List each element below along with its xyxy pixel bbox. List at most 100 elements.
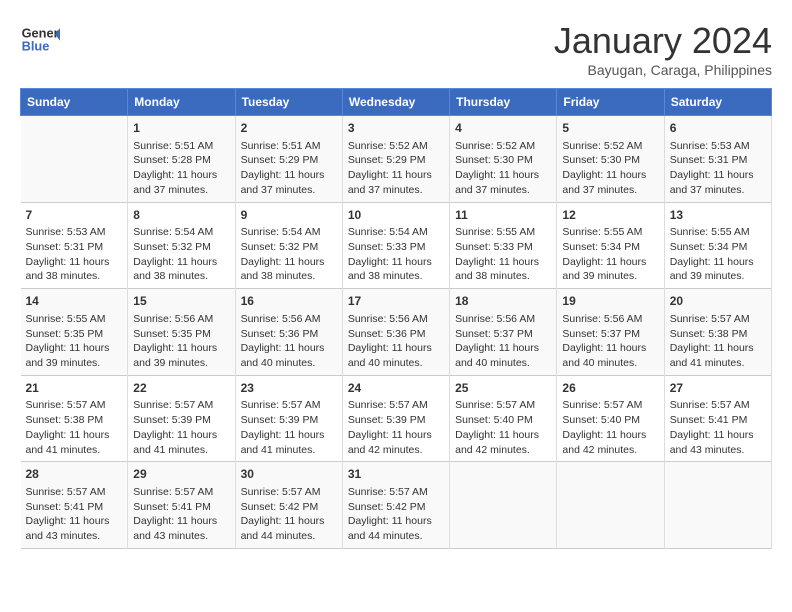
day-cell: 11Sunrise: 5:55 AMSunset: 5:33 PMDayligh… (450, 202, 557, 289)
week-row-3: 14Sunrise: 5:55 AMSunset: 5:35 PMDayligh… (21, 289, 772, 376)
day-info: Daylight: 11 hours (241, 255, 337, 270)
day-info: Sunrise: 5:57 AM (133, 398, 229, 413)
day-info: and 43 minutes. (133, 529, 229, 544)
day-info: Daylight: 11 hours (455, 255, 551, 270)
day-info: Daylight: 11 hours (562, 341, 658, 356)
day-info: Sunrise: 5:56 AM (562, 312, 658, 327)
day-info: Daylight: 11 hours (455, 168, 551, 183)
day-number: 25 (455, 380, 551, 397)
day-info: Sunrise: 5:56 AM (455, 312, 551, 327)
day-info: Sunrise: 5:51 AM (133, 139, 229, 154)
day-cell: 22Sunrise: 5:57 AMSunset: 5:39 PMDayligh… (128, 375, 235, 462)
svg-text:Blue: Blue (22, 38, 50, 53)
day-cell: 20Sunrise: 5:57 AMSunset: 5:38 PMDayligh… (664, 289, 771, 376)
day-info: Sunrise: 5:57 AM (670, 312, 766, 327)
day-number: 18 (455, 293, 551, 310)
day-info: Daylight: 11 hours (26, 255, 123, 270)
day-info: and 39 minutes. (26, 356, 123, 371)
day-info: and 37 minutes. (670, 183, 766, 198)
day-info: Daylight: 11 hours (133, 255, 229, 270)
logo-icon: General Blue (20, 20, 60, 60)
day-cell: 4Sunrise: 5:52 AMSunset: 5:30 PMDaylight… (450, 116, 557, 203)
day-info: and 44 minutes. (348, 529, 444, 544)
day-number: 30 (241, 466, 337, 483)
day-cell: 31Sunrise: 5:57 AMSunset: 5:42 PMDayligh… (342, 462, 449, 549)
day-info: Daylight: 11 hours (241, 341, 337, 356)
day-info: Sunset: 5:30 PM (562, 153, 658, 168)
day-number: 9 (241, 207, 337, 224)
day-info: Sunset: 5:41 PM (670, 413, 766, 428)
day-cell: 18Sunrise: 5:56 AMSunset: 5:37 PMDayligh… (450, 289, 557, 376)
weekday-header-sunday: Sunday (21, 89, 128, 116)
day-info: Daylight: 11 hours (562, 168, 658, 183)
day-info: Sunrise: 5:57 AM (670, 398, 766, 413)
day-info: Sunrise: 5:57 AM (133, 485, 229, 500)
day-info: Sunrise: 5:53 AM (26, 225, 123, 240)
day-info: and 37 minutes. (455, 183, 551, 198)
day-number: 19 (562, 293, 658, 310)
day-info: Sunset: 5:41 PM (133, 500, 229, 515)
day-info: Sunset: 5:39 PM (133, 413, 229, 428)
day-info: and 41 minutes. (26, 443, 123, 458)
weekday-header-thursday: Thursday (450, 89, 557, 116)
title-block: January 2024 Bayugan, Caraga, Philippine… (554, 20, 772, 78)
day-info: and 41 minutes. (670, 356, 766, 371)
day-info: and 37 minutes. (241, 183, 337, 198)
day-info: Sunrise: 5:57 AM (241, 398, 337, 413)
day-number: 6 (670, 120, 766, 137)
day-cell (21, 116, 128, 203)
day-info: Daylight: 11 hours (26, 341, 123, 356)
weekday-header-wednesday: Wednesday (342, 89, 449, 116)
day-cell: 2Sunrise: 5:51 AMSunset: 5:29 PMDaylight… (235, 116, 342, 203)
day-cell (450, 462, 557, 549)
day-number: 29 (133, 466, 229, 483)
day-info: Sunset: 5:39 PM (348, 413, 444, 428)
day-info: and 40 minutes. (241, 356, 337, 371)
day-info: Daylight: 11 hours (562, 255, 658, 270)
weekday-header-saturday: Saturday (664, 89, 771, 116)
day-info: Sunrise: 5:55 AM (26, 312, 123, 327)
day-number: 21 (26, 380, 123, 397)
day-number: 3 (348, 120, 444, 137)
day-info: Sunrise: 5:57 AM (241, 485, 337, 500)
day-info: and 39 minutes. (562, 269, 658, 284)
day-info: Sunrise: 5:56 AM (133, 312, 229, 327)
day-info: Daylight: 11 hours (26, 428, 123, 443)
day-info: and 44 minutes. (241, 529, 337, 544)
day-info: Daylight: 11 hours (241, 168, 337, 183)
day-number: 4 (455, 120, 551, 137)
day-info: Daylight: 11 hours (133, 168, 229, 183)
day-info: Daylight: 11 hours (348, 255, 444, 270)
day-info: Sunset: 5:42 PM (241, 500, 337, 515)
day-cell: 1Sunrise: 5:51 AMSunset: 5:28 PMDaylight… (128, 116, 235, 203)
day-info: Daylight: 11 hours (26, 514, 123, 529)
day-cell: 3Sunrise: 5:52 AMSunset: 5:29 PMDaylight… (342, 116, 449, 203)
day-info: and 42 minutes. (348, 443, 444, 458)
page-header: General Blue January 2024 Bayugan, Carag… (20, 20, 772, 78)
day-info: Sunset: 5:33 PM (455, 240, 551, 255)
day-number: 8 (133, 207, 229, 224)
day-cell: 6Sunrise: 5:53 AMSunset: 5:31 PMDaylight… (664, 116, 771, 203)
day-info: Sunset: 5:37 PM (455, 327, 551, 342)
day-info: Daylight: 11 hours (133, 341, 229, 356)
day-info: and 38 minutes. (26, 269, 123, 284)
day-info: and 38 minutes. (241, 269, 337, 284)
day-info: Sunrise: 5:55 AM (455, 225, 551, 240)
day-info: Sunset: 5:35 PM (133, 327, 229, 342)
day-info: Sunset: 5:36 PM (241, 327, 337, 342)
day-info: Daylight: 11 hours (348, 514, 444, 529)
day-cell: 28Sunrise: 5:57 AMSunset: 5:41 PMDayligh… (21, 462, 128, 549)
day-info: and 38 minutes. (455, 269, 551, 284)
day-info: Sunset: 5:38 PM (26, 413, 123, 428)
day-number: 1 (133, 120, 229, 137)
day-cell: 9Sunrise: 5:54 AMSunset: 5:32 PMDaylight… (235, 202, 342, 289)
day-number: 22 (133, 380, 229, 397)
day-number: 26 (562, 380, 658, 397)
day-number: 20 (670, 293, 766, 310)
day-info: and 39 minutes. (133, 356, 229, 371)
day-info: Sunrise: 5:52 AM (562, 139, 658, 154)
day-info: Sunrise: 5:52 AM (348, 139, 444, 154)
day-info: Sunset: 5:33 PM (348, 240, 444, 255)
day-cell: 19Sunrise: 5:56 AMSunset: 5:37 PMDayligh… (557, 289, 664, 376)
day-info: Sunrise: 5:57 AM (26, 485, 123, 500)
